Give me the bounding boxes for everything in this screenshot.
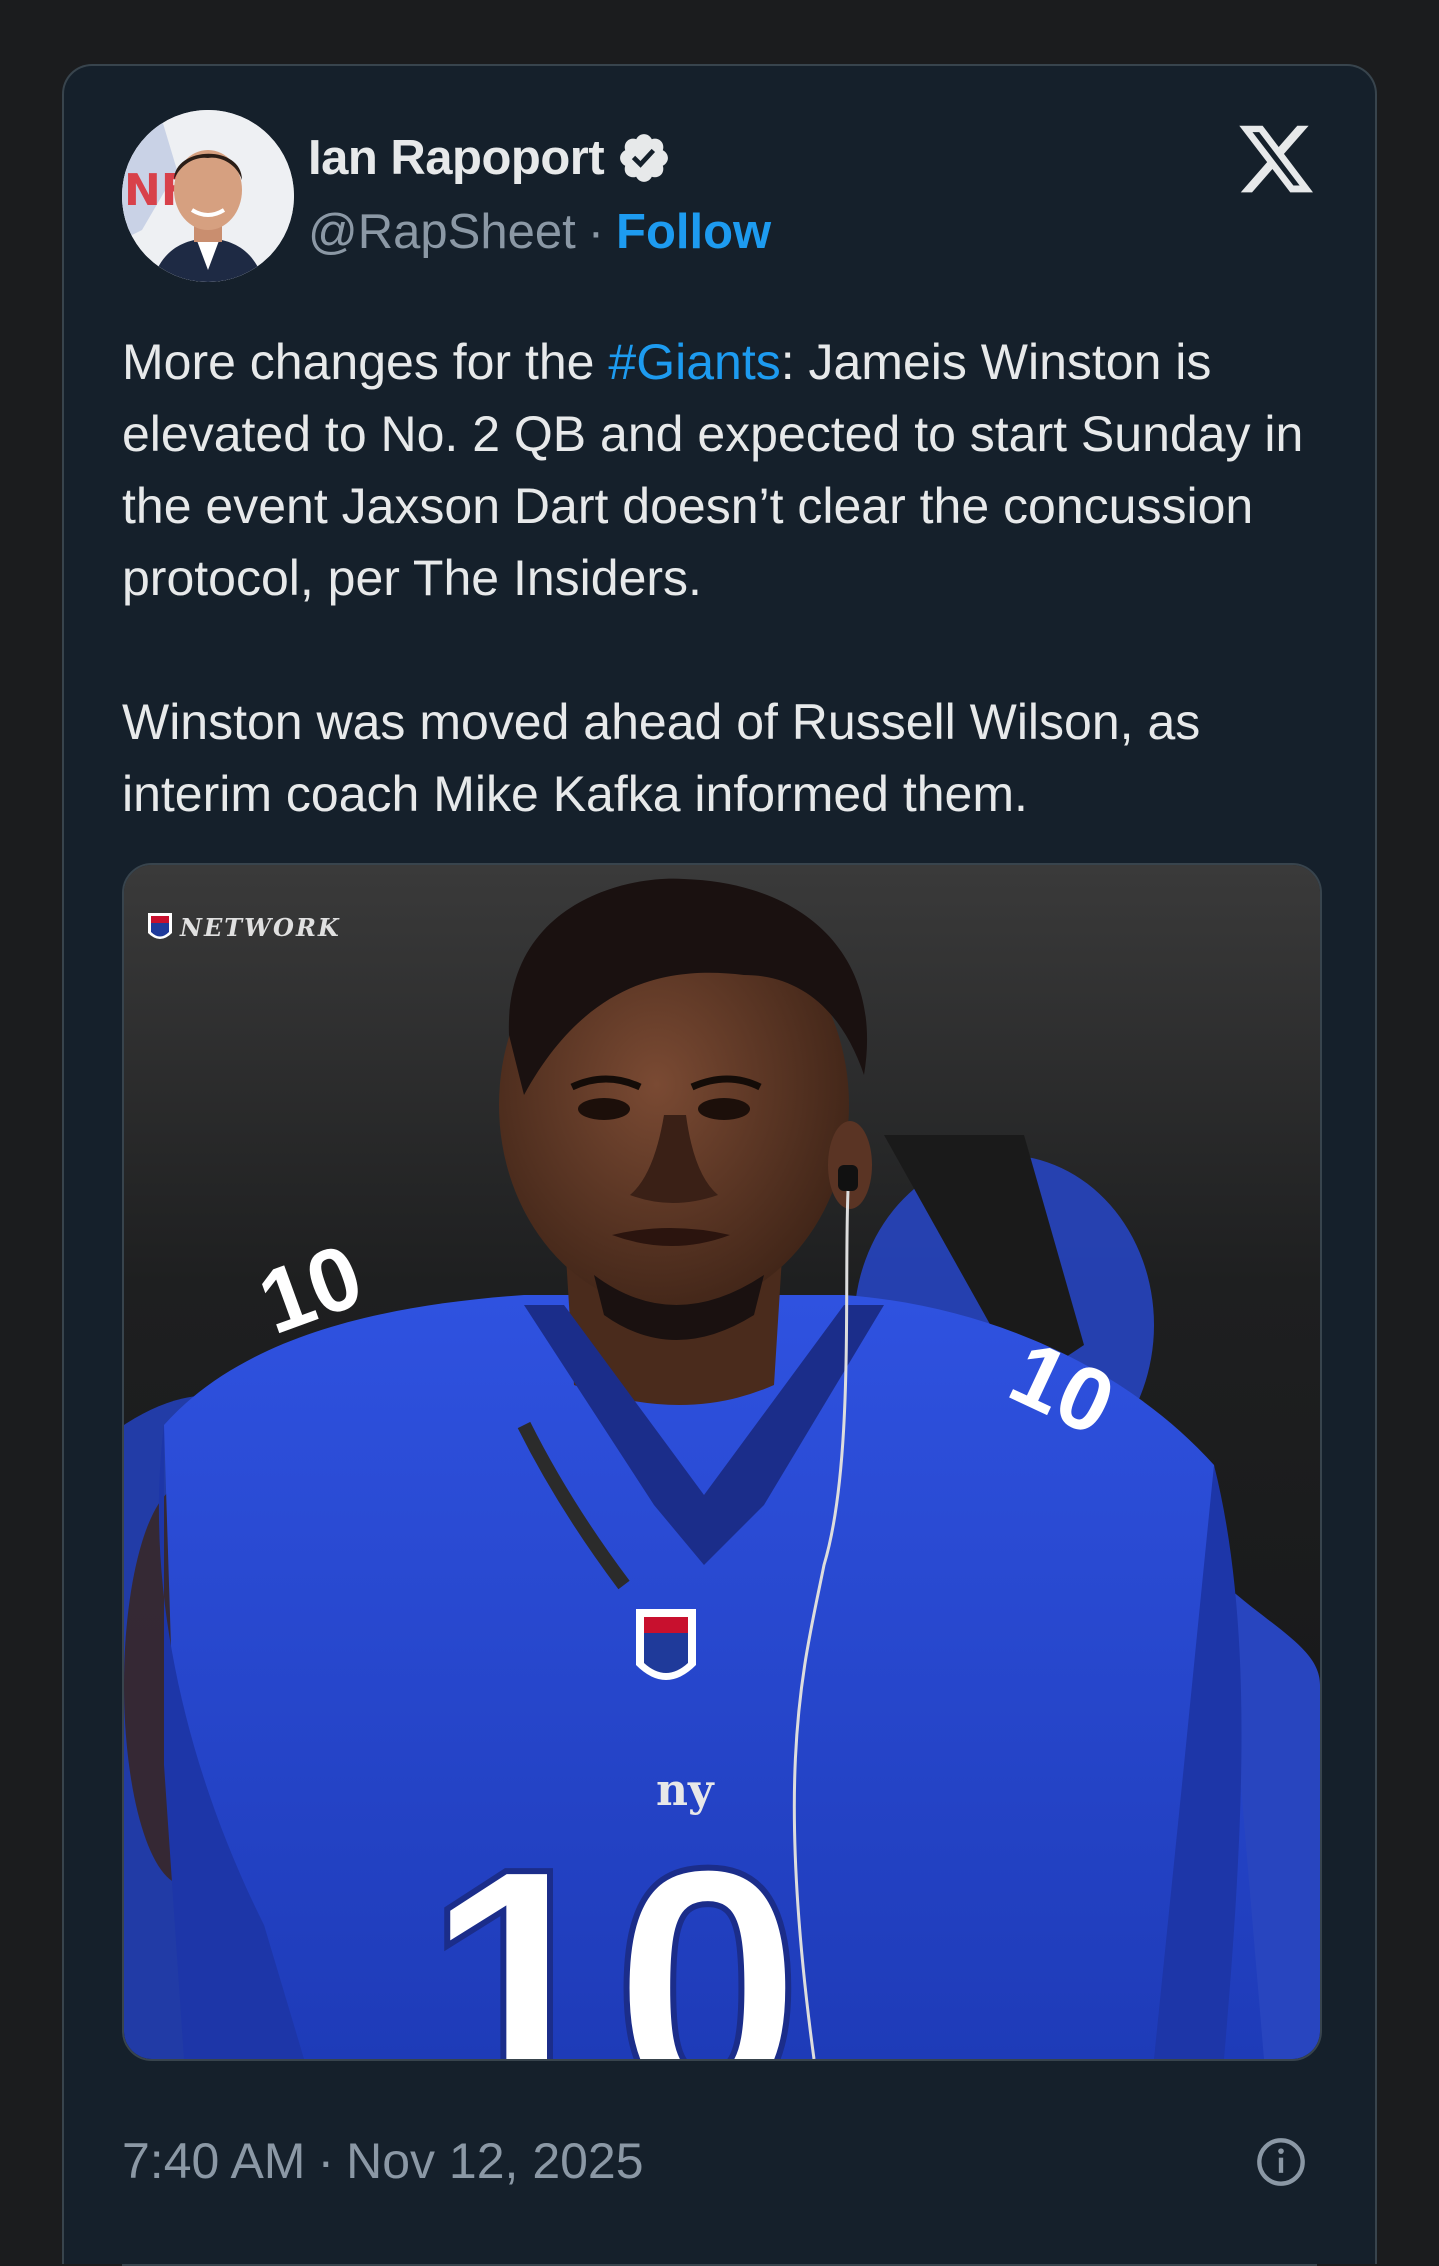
jersey-number: 10 xyxy=(424,1798,802,2059)
tweet-text: More changes for the #Giants: Jameis Win… xyxy=(122,326,1332,830)
tweet-timestamp[interactable]: 7:40 AM · Nov 12, 2025 xyxy=(122,2126,644,2196)
handle-separator: · xyxy=(587,205,605,259)
tweet-date: Nov 12, 2025 xyxy=(346,2133,644,2189)
follow-button[interactable]: Follow xyxy=(616,204,771,260)
author-handle-row: @RapSheet · Follow xyxy=(308,200,771,264)
author-avatar[interactable]: NF xyxy=(122,110,294,282)
nfl-shield-icon xyxy=(148,913,172,939)
x-logo-icon[interactable] xyxy=(1235,118,1317,200)
watermark-text: NETWORK xyxy=(180,912,341,942)
tweet-media-photo[interactable]: ny 10 10 10 NETWORK xyxy=(122,863,1322,2061)
author-name-row: Ian Rapoport xyxy=(308,126,672,190)
timestamp-separator: · xyxy=(317,2133,335,2189)
tweet-time: 7:40 AM xyxy=(122,2133,306,2189)
nfl-network-watermark: NETWORK xyxy=(146,909,341,945)
verified-badge-icon xyxy=(620,134,669,182)
tweet-paragraph-2: Winston was moved ahead of Russell Wilso… xyxy=(122,694,1201,822)
info-circle-icon[interactable] xyxy=(1255,2136,1307,2188)
tweet-text-before-hashtag: More changes for the xyxy=(122,334,609,390)
author-name[interactable]: Ian Rapoport xyxy=(308,130,605,186)
tweet-card: NF Ian Rapoport @RapSheet · Follow More … xyxy=(62,64,1377,2266)
author-handle[interactable]: @RapSheet xyxy=(308,204,576,260)
tweet-paragraph-1: More changes for the #Giants: Jameis Win… xyxy=(122,326,1332,614)
giants-hashtag-link[interactable]: #Giants xyxy=(608,334,780,390)
